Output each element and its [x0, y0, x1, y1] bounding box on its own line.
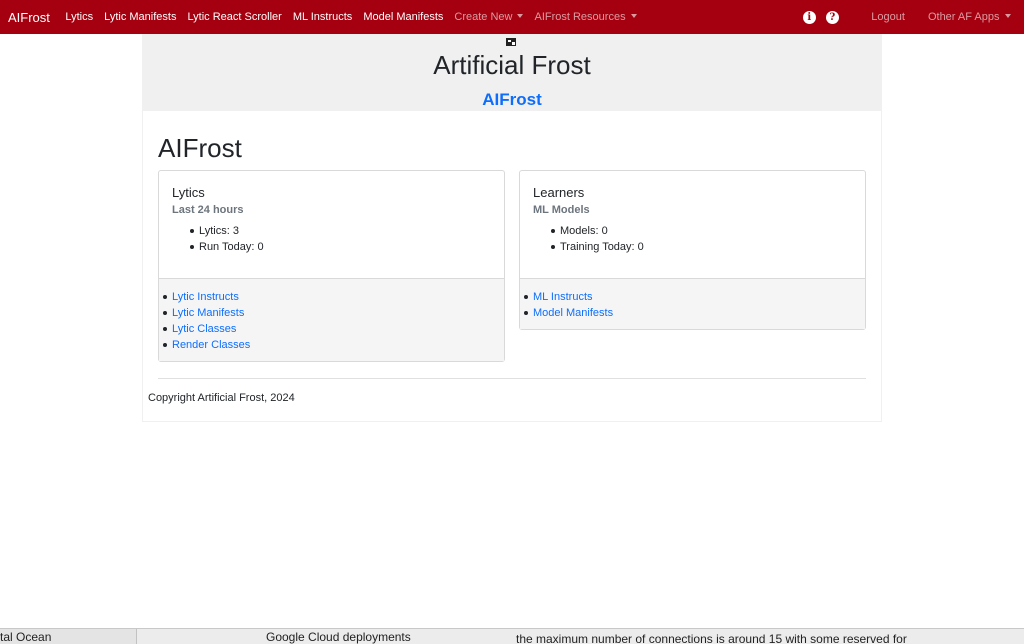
list-item: Run Today: 0 — [190, 241, 264, 253]
render-classes-link[interactable]: Render Classes — [163, 337, 504, 353]
background-sidebar: tal Ocean — [0, 629, 137, 644]
main-content: AIFrost Lytics Last 24 hours Lytics: 3 R… — [142, 110, 882, 422]
other-af-apps-dropdown[interactable]: Other AF Apps — [922, 11, 1016, 23]
background-sidebar-text: tal Ocean — [0, 630, 52, 644]
aifrost-resources-label: AIFrost Resources — [534, 11, 626, 23]
links-list: ML Instructs Model Manifests — [520, 289, 865, 321]
card-footer: ML Instructs Model Manifests — [520, 279, 865, 329]
footer-divider — [158, 378, 866, 379]
stats-list: Lytics: 3 Run Today: 0 — [190, 223, 264, 255]
background-right-text: the maximum number of connections is aro… — [516, 632, 907, 644]
card-title: Learners — [533, 185, 585, 200]
learners-card: Learners ML Models Models: 0 Training To… — [519, 170, 866, 330]
site-header: Artificial Frost AIFrost — [142, 34, 882, 110]
stats-list: Models: 0 Training Today: 0 — [551, 223, 644, 255]
site-subtitle-link[interactable]: AIFrost — [142, 90, 882, 110]
background-window: tal Ocean Google Cloud deployments the m… — [0, 628, 1024, 644]
logout-link[interactable]: Logout — [866, 11, 911, 23]
list-item: Models: 0 — [551, 223, 644, 239]
nav-link-lytics[interactable]: Lytics — [60, 11, 99, 23]
lytics-card: Lytics Last 24 hours Lytics: 3 Run Today… — [158, 170, 505, 362]
other-af-apps-label: Other AF Apps — [927, 11, 1000, 23]
nav-link-lytic-react-scroller[interactable]: Lytic React Scroller — [182, 11, 287, 23]
create-new-label: Create New — [454, 11, 513, 23]
list-item: Training Today: 0 — [551, 241, 644, 253]
card-footer: Lytic Instructs Lytic Manifests Lytic Cl… — [159, 279, 504, 361]
nav-link-model-manifests[interactable]: Model Manifests — [358, 11, 449, 23]
site-title: Artificial Frost — [433, 50, 591, 80]
card-title: Lytics — [172, 185, 205, 200]
lytic-manifests-link[interactable]: Lytic Manifests — [163, 305, 504, 321]
links-list: Lytic Instructs Lytic Manifests Lytic Cl… — [159, 289, 504, 353]
lytic-classes-link[interactable]: Lytic Classes — [163, 321, 504, 337]
page-title: AIFrost — [158, 133, 242, 163]
card-body: Learners ML Models Models: 0 Training To… — [520, 171, 865, 279]
ml-instructs-link[interactable]: ML Instructs — [524, 289, 865, 305]
top-navbar: AIFrost Lytics Lytic Manifests Lytic Rea… — [0, 0, 1024, 34]
lytic-instructs-link[interactable]: Lytic Instructs — [163, 289, 504, 305]
brand-link[interactable]: AIFrost — [0, 10, 58, 25]
broken-image-icon — [506, 38, 516, 46]
chevron-down-icon — [517, 14, 524, 18]
model-manifests-link[interactable]: Model Manifests — [524, 305, 865, 321]
navbar-right: i ? Logout Other AF Apps — [798, 10, 1024, 24]
create-new-dropdown[interactable]: Create New — [449, 11, 529, 23]
nav-link-lytic-manifests[interactable]: Lytic Manifests — [99, 11, 182, 23]
copyright-text: Copyright Artificial Frost, 2024 — [148, 392, 295, 404]
chevron-down-icon — [1004, 14, 1011, 18]
info-icon[interactable]: i — [802, 10, 816, 24]
card-body: Lytics Last 24 hours Lytics: 3 Run Today… — [159, 171, 504, 279]
chevron-down-icon — [630, 14, 637, 18]
card-subtitle: Last 24 hours — [172, 204, 244, 216]
nav-link-ml-instructs[interactable]: ML Instructs — [287, 11, 358, 23]
background-middle-text: Google Cloud deployments — [266, 630, 411, 644]
question-icon[interactable]: ? — [825, 10, 839, 24]
aifrost-resources-dropdown[interactable]: AIFrost Resources — [529, 11, 642, 23]
card-subtitle: ML Models — [533, 204, 590, 216]
list-item: Lytics: 3 — [190, 223, 264, 239]
